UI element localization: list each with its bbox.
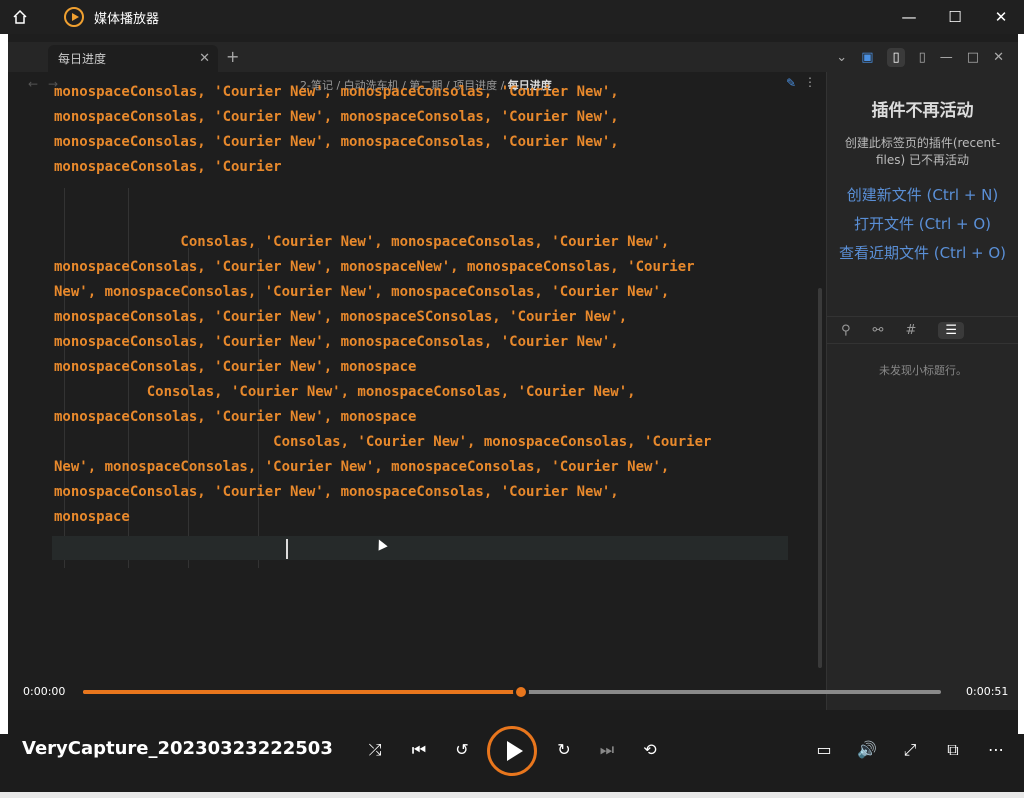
text-cursor — [286, 539, 288, 559]
outgoing-links-icon[interactable]: ⚯ — [873, 323, 884, 338]
sidebar-icon-row: ⚲ ⚯ # ☰ — [827, 316, 1018, 344]
desktop-edge-right — [1018, 34, 1024, 734]
seek-bar-thumb[interactable] — [512, 684, 529, 700]
volume-icon: 🔊 — [857, 740, 877, 759]
code-line: monospaceConsolas, 'Courier New', monosp… — [54, 484, 619, 500]
code-line: monospaceConsolas, 'Courier New', monosp… — [54, 84, 619, 100]
more-options-icon[interactable]: ⋮ — [804, 75, 816, 89]
home-button[interactable] — [0, 0, 40, 34]
new-tab-icon[interactable]: + — [226, 47, 239, 66]
close-icon: ✕ — [994, 8, 1008, 26]
code-line: monospaceConsolas, 'Courier New', monosp… — [54, 409, 417, 425]
tags-icon[interactable]: # — [905, 323, 916, 338]
sidebar-toggle-icon[interactable]: ▣ — [861, 50, 873, 65]
window-restore-icon[interactable]: □ — [967, 50, 979, 65]
media-player-icon — [64, 7, 84, 27]
fullscreen-icon: ⤢ — [903, 740, 917, 759]
repeat-button[interactable]: ⟲ — [638, 740, 662, 759]
sidebar-title: 插件不再活动 — [871, 101, 974, 121]
code-line: monospaceConsolas, 'Courier New', monosp… — [54, 309, 628, 325]
window-title: 媒体播放器 — [94, 11, 160, 27]
code-line: monospaceConsolas, 'Courier New', monosp… — [54, 109, 619, 125]
outline-empty-text: 未发现小标题行。 — [879, 364, 967, 377]
right-sidebar: 插件不再活动 创建此标签页的插件(recent-files) 已不再活动 创建新… — [826, 72, 1018, 710]
code-line: Consolas, 'Courier New', monospaceConsol… — [54, 384, 636, 400]
tab-close-icon[interactable]: ✕ — [199, 51, 210, 66]
note-tab-title: 每日进度 — [58, 52, 107, 66]
repeat-icon: ⟲ — [643, 740, 657, 759]
title-bar: 媒体播放器 — ☐ ✕ — [0, 0, 1024, 34]
code-line: monospaceConsolas, 'Courier New', monosp… — [54, 259, 695, 275]
file-outline-icon[interactable]: ▯ — [919, 50, 926, 65]
media-player-window: 媒体播放器 — ☐ ✕ 每日进度 ✕ + ⌄ ▣ ▯ ▯ — □ ✕ ←→ 2-… — [0, 0, 1024, 798]
more-button[interactable]: ⋯ — [984, 740, 1008, 759]
volume-button[interactable]: 🔊 — [855, 740, 879, 759]
open-file-link[interactable]: 打开文件 (Ctrl + O) — [837, 210, 1008, 239]
seek-bar-fill — [83, 690, 521, 694]
note-tab-bar: 每日进度 ✕ + ⌄ ▣ ▯ ▯ — □ ✕ — [8, 42, 1018, 72]
code-line: Consolas, 'Courier New', monospaceConsol… — [54, 234, 670, 250]
window-minimize-icon[interactable]: — — [940, 50, 953, 65]
sidebar-description: 创建此标签页的插件(recent-files) 已不再活动 — [844, 136, 1001, 167]
recent-files-link[interactable]: 查看近期文件 (Ctrl + O) — [837, 239, 1008, 268]
close-button[interactable]: ✕ — [978, 0, 1024, 34]
minimize-icon: — — [901, 8, 917, 26]
subtitles-button[interactable]: ▭ — [812, 740, 836, 759]
skip-back-10-button[interactable]: ↺ — [450, 740, 474, 759]
code-line: monospaceConsolas, 'Courier New', monosp… — [54, 134, 619, 150]
chevron-down-icon[interactable]: ⌄ — [836, 50, 847, 65]
shuffle-button[interactable]: ⤮ — [363, 740, 387, 760]
player-controls: VeryCapture_20230323222503 ⤮ ⏮ ↺ ↻ ⏭ ⟲ ▭… — [0, 712, 1024, 792]
seek-bar[interactable] — [83, 684, 941, 700]
outline-icon[interactable]: ☰ — [938, 321, 964, 339]
seek-bar-row: 0:00:00 0:00:51 — [0, 680, 1024, 704]
maximize-icon: ☐ — [948, 8, 962, 26]
skip-forward-30-button[interactable]: ↻ — [552, 740, 576, 759]
window-close-icon[interactable]: ✕ — [993, 50, 1004, 65]
previous-icon: ⏮ — [411, 740, 427, 759]
next-icon: ⏭ — [599, 740, 615, 759]
backlinks-icon[interactable]: ⚲ — [841, 323, 851, 338]
shuffle-icon: ⤮ — [368, 740, 382, 759]
code-line: Consolas, 'Courier New', monospaceConsol… — [54, 434, 712, 450]
current-time: 0:00:00 — [23, 685, 66, 698]
more-icon: ⋯ — [988, 740, 1004, 759]
total-time: 0:00:51 — [966, 685, 1009, 698]
video-frame[interactable]: 每日进度 ✕ + ⌄ ▣ ▯ ▯ — □ ✕ ←→ 2-笔记 / 白动洗车机 /… — [8, 34, 1018, 710]
editor-area[interactable]: monospaceConsolas, 'Courier New', monosp… — [28, 84, 828, 688]
code-line: monospaceConsolas, 'Courier — [54, 159, 282, 175]
note-tab[interactable]: 每日进度 ✕ — [48, 45, 218, 72]
maximize-button[interactable]: ☐ — [932, 0, 978, 34]
media-filename: VeryCapture_20230323222503 — [22, 738, 333, 759]
next-button[interactable]: ⏭ — [595, 740, 619, 760]
desktop-edge-bottom — [0, 792, 1024, 798]
code-line: monospaceConsolas, 'Courier New', monosp… — [54, 359, 417, 375]
play-button[interactable] — [487, 726, 537, 776]
create-file-link[interactable]: 创建新文件 (Ctrl + N) — [837, 181, 1008, 210]
subtitles-icon: ▭ — [816, 740, 832, 759]
previous-button[interactable]: ⏮ — [407, 740, 431, 760]
code-line: New', monospaceConsolas, 'Courier New', … — [54, 459, 670, 475]
mini-player-button[interactable]: ⧉ — [941, 740, 965, 760]
editor-scrollbar[interactable] — [818, 288, 822, 668]
desktop-edge-left — [0, 34, 8, 734]
skip-back-10-icon: ↺ — [455, 740, 469, 759]
code-line: monospaceConsolas, 'Courier New', monosp… — [54, 334, 619, 350]
current-line — [52, 536, 788, 560]
minimize-button[interactable]: — — [886, 0, 932, 34]
mini-player-icon: ⧉ — [947, 740, 959, 759]
code-line: New', monospaceConsolas, 'Courier New', … — [54, 284, 670, 300]
code-line: monospace — [54, 509, 130, 525]
skip-forward-30-icon: ↻ — [557, 740, 571, 759]
fullscreen-button[interactable]: ⤢ — [898, 740, 922, 760]
home-icon — [13, 9, 27, 24]
file-icon[interactable]: ▯ — [887, 47, 905, 67]
